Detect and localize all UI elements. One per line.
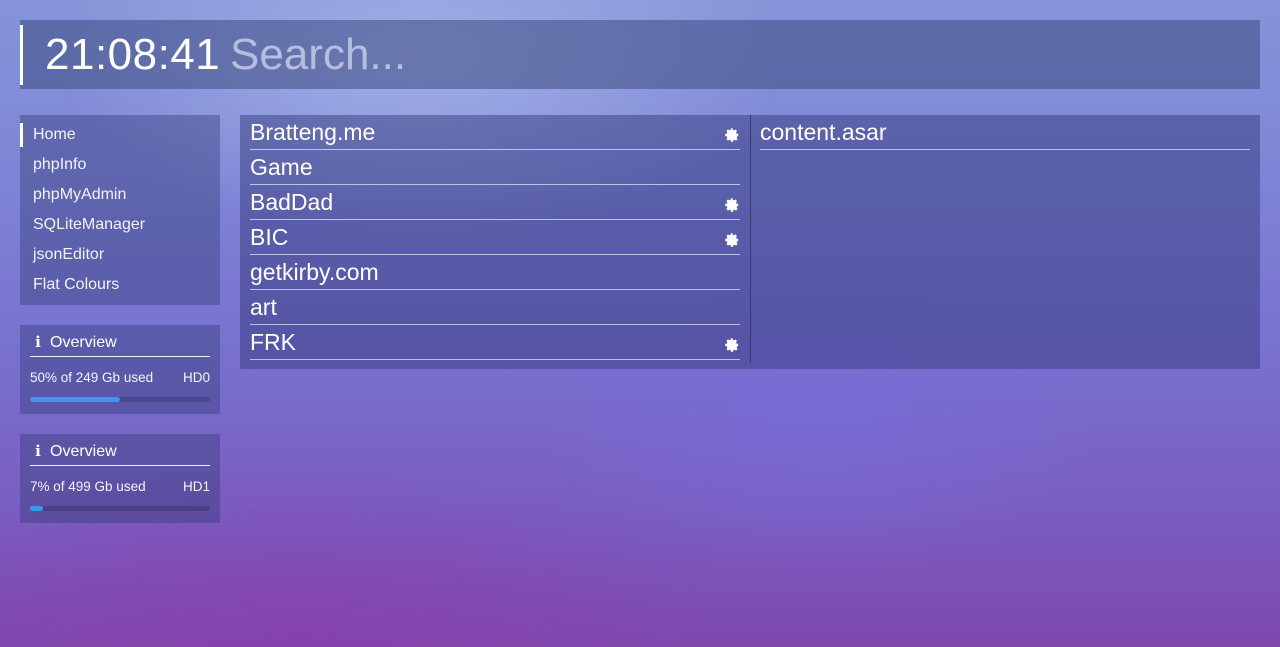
projects-column-right: content.asar [760, 115, 1250, 150]
projects-panel: Bratteng.me Game BadDad BIC getkirby.com art F… [240, 115, 1260, 369]
disk-usage-text: 50% of 249 Gb used [30, 370, 154, 385]
overview-title: Overview [50, 334, 117, 351]
sidebar-item-phpinfo[interactable]: phpInfo [20, 150, 220, 180]
project-row[interactable]: getkirby.com [250, 255, 740, 290]
gear-icon[interactable] [724, 232, 740, 248]
projects-column-left: Bratteng.me Game BadDad BIC getkirby.com art F… [250, 115, 740, 360]
sidebar-item-sqlitemanager[interactable]: SQLiteManager [20, 210, 220, 240]
sidebar-item-flat-colours[interactable]: Flat Colours [20, 270, 220, 300]
project-row[interactable]: BadDad [250, 185, 740, 220]
project-row[interactable]: Bratteng.me [250, 115, 740, 150]
top-bar: 21:08:41 [20, 20, 1260, 89]
disk-usage-fill [30, 506, 43, 511]
disk-usage-fill [30, 397, 120, 402]
project-label[interactable]: BadDad [250, 189, 333, 216]
project-row[interactable]: content.asar [760, 115, 1250, 150]
sidebar-item-home[interactable]: Home [20, 120, 220, 150]
project-label[interactable]: art [250, 294, 277, 321]
clock: 21:08:41 [45, 30, 221, 79]
sidebar-item-jsoneditor[interactable]: jsonEditor [20, 240, 220, 270]
info-icon: i [35, 442, 41, 460]
search-input[interactable] [230, 30, 830, 80]
gear-icon[interactable] [724, 197, 740, 213]
project-label[interactable]: Game [250, 154, 313, 181]
column-divider [750, 115, 751, 363]
project-label[interactable]: FRK [250, 329, 296, 356]
overview-title: Overview [50, 443, 117, 460]
info-icon: i [35, 333, 41, 351]
gear-icon[interactable] [724, 127, 740, 143]
top-bar-accent [20, 25, 23, 85]
disk-overview-hd0: i Overview 50% of 249 Gb used HD0 [20, 325, 220, 414]
project-label[interactable]: Bratteng.me [250, 119, 375, 146]
project-row[interactable]: Game [250, 150, 740, 185]
sidebar-nav: Home phpInfo phpMyAdmin SQLiteManager js… [20, 115, 220, 305]
project-row[interactable]: BIC [250, 220, 740, 255]
project-row[interactable]: FRK [250, 325, 740, 360]
disk-usage-bar [30, 506, 210, 511]
project-row[interactable]: art [250, 290, 740, 325]
overview-header: i Overview [30, 331, 210, 357]
gear-icon[interactable] [724, 337, 740, 353]
disk-overview-hd1: i Overview 7% of 499 Gb used HD1 [20, 434, 220, 523]
project-label[interactable]: getkirby.com [250, 259, 379, 286]
disk-usage-text: 7% of 499 Gb used [30, 479, 146, 494]
disk-label: HD0 [182, 370, 210, 385]
sidebar-item-phpmyadmin[interactable]: phpMyAdmin [20, 180, 220, 210]
overview-header: i Overview [30, 440, 210, 466]
disk-usage-bar [30, 397, 210, 402]
disk-label: HD1 [182, 479, 210, 494]
project-label[interactable]: content.asar [760, 119, 887, 146]
project-label[interactable]: BIC [250, 224, 288, 251]
